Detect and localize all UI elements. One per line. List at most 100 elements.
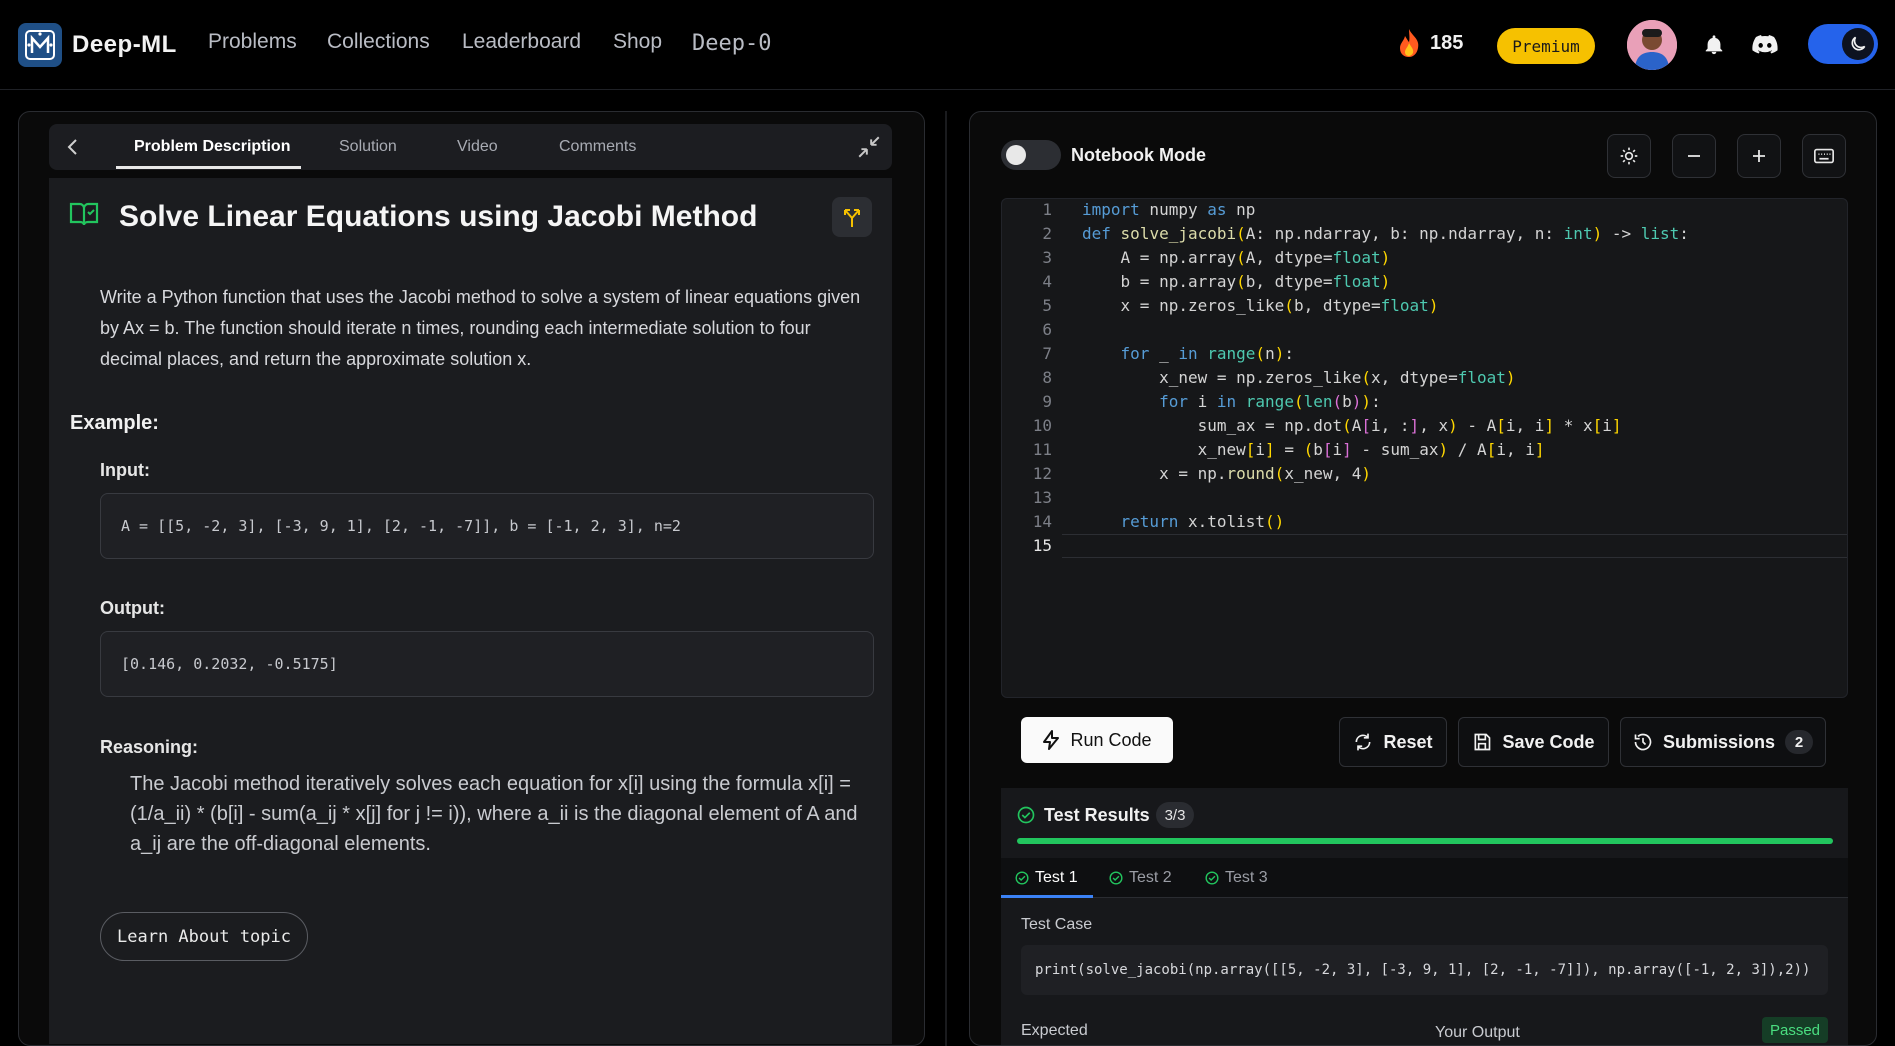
back-chevron-icon[interactable]: [63, 136, 83, 158]
save-code-button[interactable]: Save Code: [1458, 717, 1609, 767]
decrease-font-button[interactable]: [1672, 134, 1716, 178]
output-example: [0.146, 0.2032, -0.5175]: [100, 631, 874, 697]
refresh-icon: [1355, 733, 1371, 751]
logo-icon: [25, 30, 55, 60]
nav-deep-0[interactable]: Deep-0: [692, 31, 771, 56]
line-number: 9: [1042, 392, 1052, 411]
line-number: 8: [1042, 368, 1052, 387]
reasoning-text: The Jacobi method iteratively solves eac…: [130, 773, 858, 855]
minus-icon: [1688, 155, 1700, 157]
check-circle-icon: [1017, 806, 1035, 829]
line-number: 7: [1042, 344, 1052, 363]
line-number: 15: [1032, 536, 1052, 555]
problem-content: Solve Linear Equations using Jacobi Meth…: [49, 178, 892, 1044]
progress-fill: [1017, 838, 1833, 844]
avatar-image: [1627, 20, 1677, 70]
tab-test-2[interactable]: Test 2: [1109, 869, 1172, 887]
keyboard-icon: [1814, 148, 1834, 164]
submissions-count-badge: 2: [1785, 730, 1814, 754]
brand-name[interactable]: Deep-ML: [72, 31, 177, 59]
theme-toggle[interactable]: [1808, 24, 1878, 64]
keyboard-shortcuts-button[interactable]: [1802, 134, 1846, 178]
deep-ml-logo[interactable]: [18, 23, 62, 67]
problem-tabs: Problem Description Solution Video Comme…: [49, 124, 892, 170]
test-tab-label: Test 2: [1129, 869, 1172, 886]
tab-problem-description[interactable]: Problem Description: [134, 138, 290, 156]
tab-comments[interactable]: Comments: [559, 138, 636, 156]
submissions-button[interactable]: Submissions 2: [1620, 717, 1826, 767]
test-case-code: print(solve_jacobi(np.array([[5, -2, 3],…: [1021, 945, 1828, 995]
nav-leaderboard[interactable]: Leaderboard: [462, 30, 581, 54]
code-line: b = np.array(b, dtype=float): [1082, 272, 1391, 291]
tab-solution[interactable]: Solution: [339, 138, 397, 156]
test-tab-label: Test 1: [1035, 869, 1078, 886]
test-progress-bar: [1017, 838, 1833, 844]
tab-test-3[interactable]: Test 3: [1205, 869, 1268, 887]
split-arrows-icon: [844, 209, 860, 227]
notebook-mode-toggle[interactable]: [1001, 140, 1061, 170]
line-number: 3: [1042, 248, 1052, 267]
moon-icon: [1842, 28, 1874, 60]
code-line: x = np.round(x_new, 4): [1082, 464, 1372, 483]
line-number: 1: [1042, 200, 1052, 219]
code-line: for i in range(len(b)):: [1159, 392, 1381, 411]
reset-label: Reset: [1383, 731, 1433, 752]
submissions-label: Submissions: [1662, 731, 1776, 752]
reasoning-label: Reasoning:: [100, 737, 199, 757]
panel-resize-handle[interactable]: [945, 111, 947, 1046]
current-line-highlight: [1062, 534, 1847, 558]
run-code-button[interactable]: Run Code: [1021, 717, 1173, 763]
test-results-panel: Test Results 3/3 Test 1 Test 2 Test 3 Te…: [1001, 788, 1848, 1045]
check-circle-icon: [1205, 871, 1219, 885]
user-avatar[interactable]: [1627, 20, 1677, 70]
run-code-label: Run Code: [1070, 729, 1152, 750]
editor-theme-button[interactable]: [1607, 134, 1651, 178]
nav-collections[interactable]: Collections: [327, 30, 430, 54]
tests-passed-badge: 3/3: [1156, 802, 1194, 828]
line-number: 12: [1032, 464, 1052, 483]
line-number: 11: [1032, 440, 1052, 459]
premium-button[interactable]: Premium: [1497, 28, 1595, 64]
line-number: 13: [1032, 488, 1052, 507]
streak-counter[interactable]: 185: [1396, 28, 1463, 58]
floppy-disk-icon: [1474, 733, 1491, 751]
problem-title: Solve Linear Equations using Jacobi Meth…: [119, 200, 758, 233]
editor-panel: Notebook Mode 1 2 3 4 5 6 7 8 9 10 11 12…: [969, 111, 1877, 1046]
collapse-icon[interactable]: [856, 134, 882, 160]
test-case-tabs: Test 1 Test 2 Test 3: [1001, 858, 1848, 898]
example-heading: Example:: [70, 412, 159, 434]
plus-icon: [1753, 150, 1765, 162]
line-number: 2: [1042, 224, 1052, 243]
nav-problems[interactable]: Problems: [208, 30, 297, 54]
code-line: def solve_jacobi(A: np.ndarray, b: np.nd…: [1082, 224, 1689, 243]
code-line: for _ in range(n):: [1120, 344, 1294, 363]
tab-video[interactable]: Video: [457, 138, 498, 156]
toggle-knob: [1006, 145, 1026, 165]
code-line: sum_ax = np.dot(A[i, :], x) - A[i, i] * …: [1082, 416, 1622, 435]
fork-button[interactable]: [832, 197, 872, 237]
expected-label: Expected: [1021, 1022, 1088, 1039]
learn-about-topic-button[interactable]: Learn About topic: [100, 912, 308, 961]
discord-icon[interactable]: [1751, 31, 1779, 59]
nav-shop[interactable]: Shop: [613, 30, 662, 54]
line-number: 5: [1042, 296, 1052, 315]
test-case-label: Test Case: [1021, 916, 1093, 933]
input-example: A = [[5, -2, 3], [-3, 9, 1], [2, -1, -7]…: [100, 493, 874, 559]
active-test-tab-indicator: [1001, 895, 1093, 898]
code-editor[interactable]: 1 2 3 4 5 6 7 8 9 10 11 12 13 14 15 impo…: [1001, 198, 1848, 698]
increase-font-button[interactable]: [1737, 134, 1781, 178]
code-line: x_new[i] = (b[i] - sum_ax) / A[i, i]: [1082, 440, 1545, 459]
fire-icon: [1400, 29, 1419, 57]
notebook-mode-label: Notebook Mode: [1071, 145, 1206, 165]
streak-count: 185: [1430, 31, 1464, 54]
line-number: 10: [1032, 416, 1052, 435]
check-circle-icon: [1015, 871, 1029, 885]
notifications-bell-icon[interactable]: [1700, 31, 1728, 59]
line-number: 6: [1042, 320, 1052, 339]
problem-panel: Problem Description Solution Video Comme…: [18, 111, 925, 1046]
tab-test-1[interactable]: Test 1: [1015, 869, 1078, 887]
sun-icon: [1620, 147, 1638, 165]
your-output-label: Your Output: [1435, 1024, 1520, 1041]
output-label: Output:: [100, 598, 165, 618]
reset-button[interactable]: Reset: [1339, 717, 1447, 767]
